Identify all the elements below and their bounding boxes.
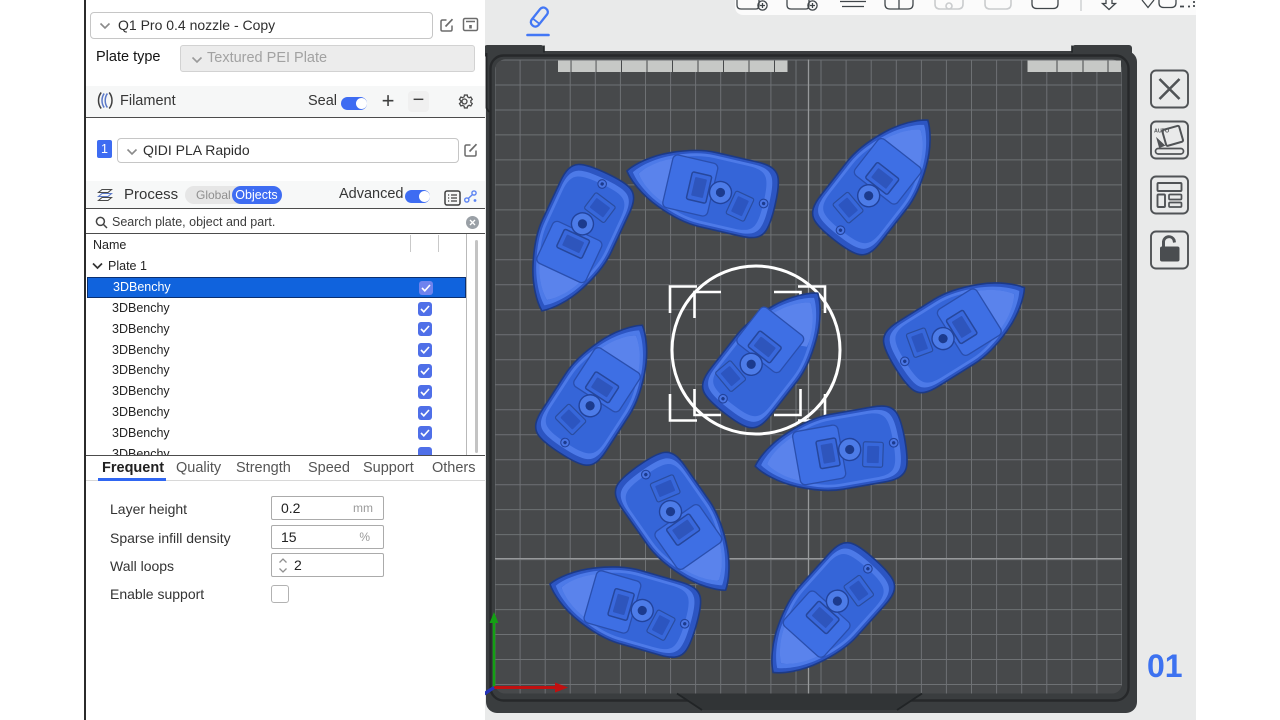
svg-text:01: 01 bbox=[1147, 648, 1183, 684]
svg-text:AUTO: AUTO bbox=[1154, 129, 1169, 135]
